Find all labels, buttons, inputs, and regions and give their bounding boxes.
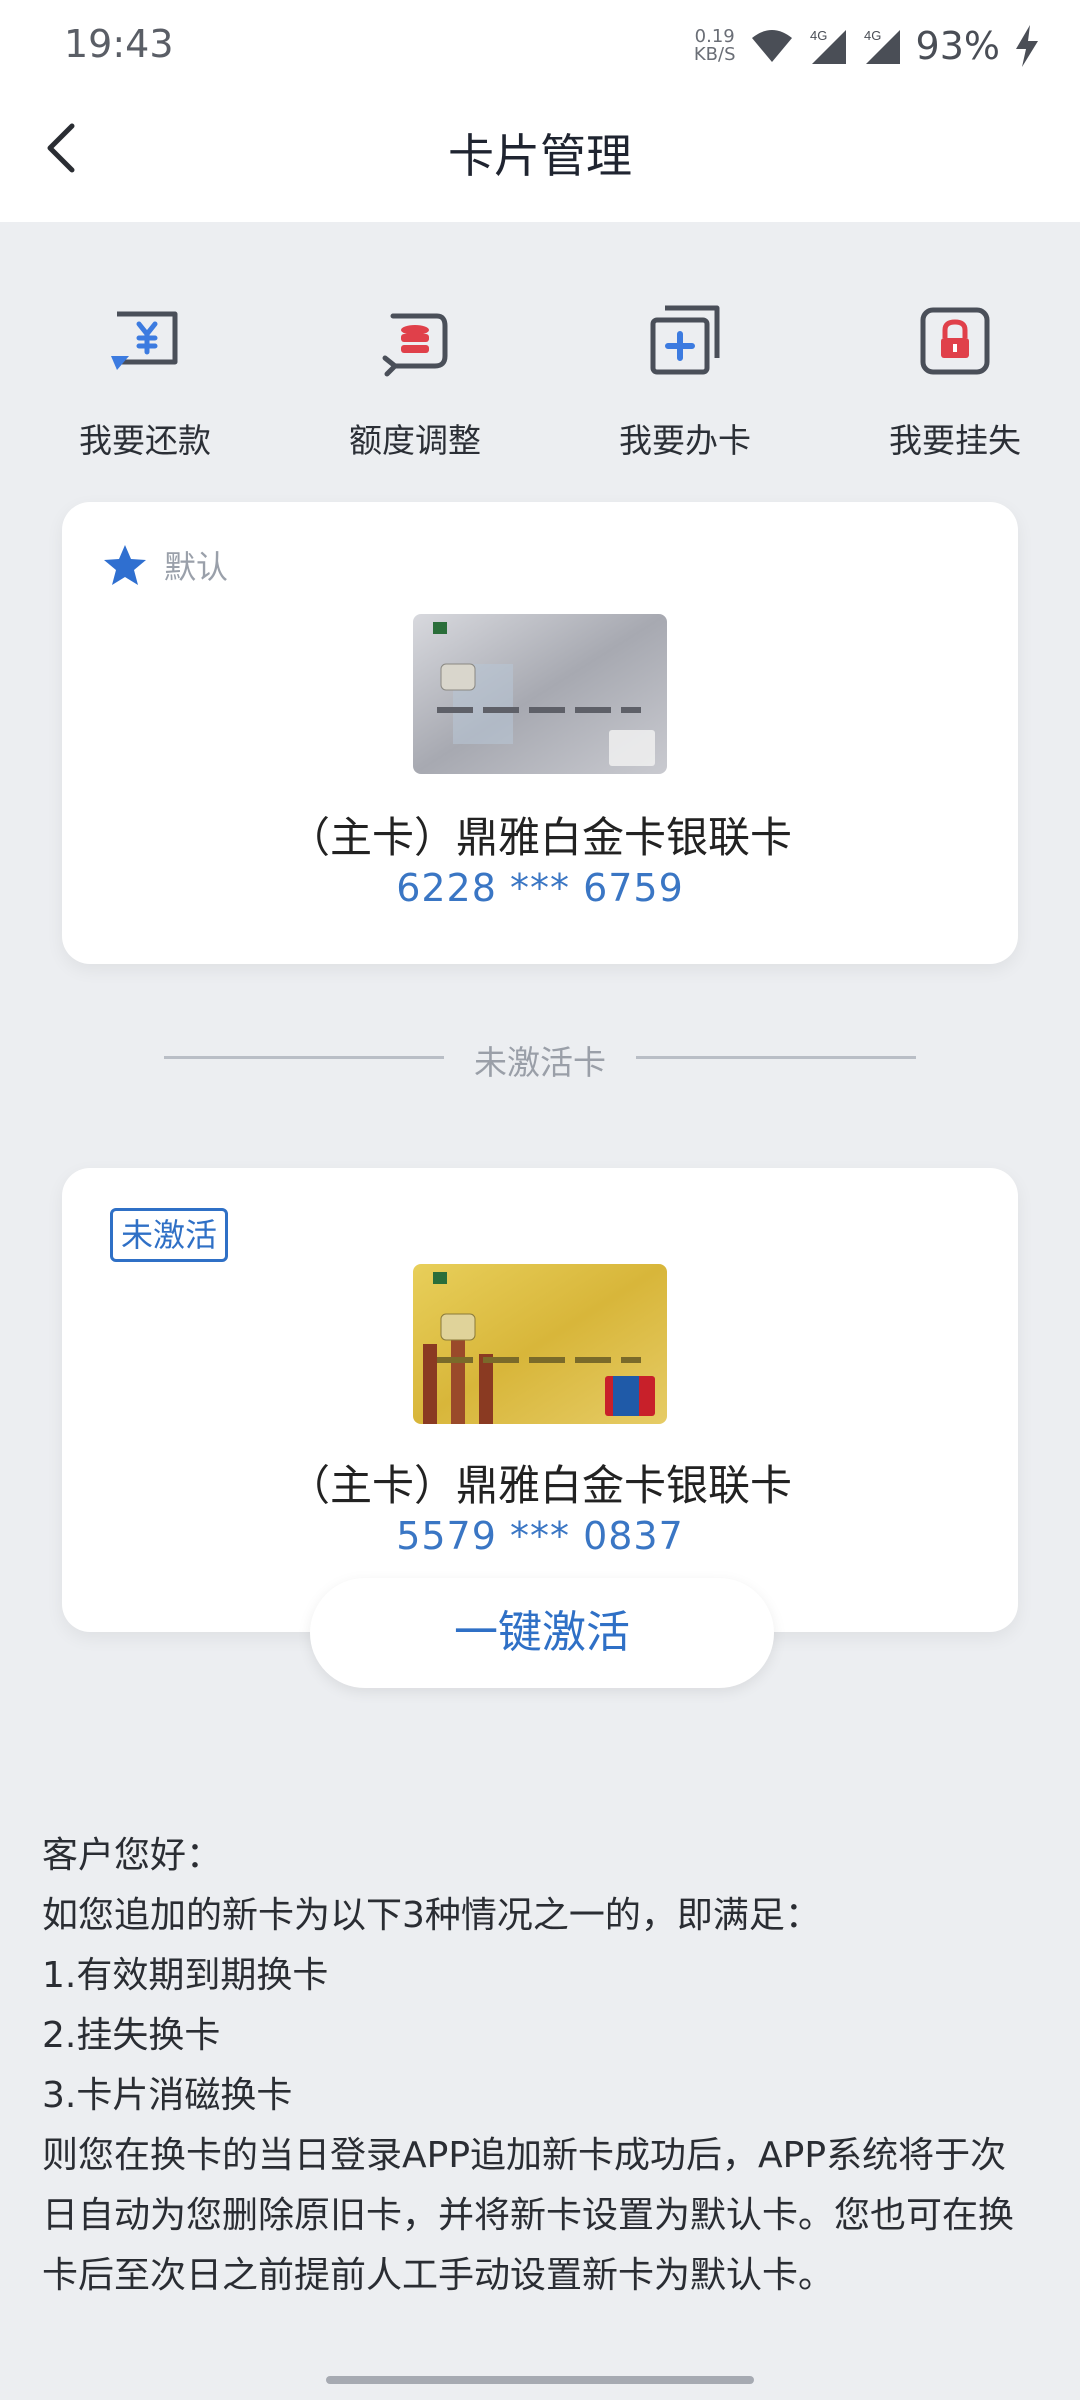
activate-button[interactable]: 一键激活 [310,1578,774,1688]
inactive-card-name: （主卡）鼎雅白金卡银联卡 [287,1461,792,1510]
notice-greeting: 客户您好： [42,1835,223,1876]
action-report-loss[interactable]: 我要挂失 [855,300,1055,462]
top-bar: 19:43 0.19 KB/S 4G 4G 93% 卡片管理 [0,0,1080,222]
status-time: 19:43 [64,22,174,66]
quick-actions: 我要还款 额度调整 我要办卡 我要挂失 [0,300,1080,460]
star-icon [104,545,146,585]
action-repay[interactable]: 我要还款 [45,300,245,462]
notice-item-2: 2.挂失换卡 [42,2015,221,2056]
svg-text:4G: 4G [864,28,881,43]
inactive-divider: 未激活卡 [164,1036,916,1086]
report-loss-icon [920,307,990,375]
default-card[interactable]: 默认 （主卡）鼎雅白金卡银联卡 6228 *** 6759 [62,502,1018,964]
network-speed: 0.19 KB/S [693,26,736,65]
default-tag: 默认 [102,542,228,588]
svg-text:4G: 4G [810,28,827,43]
notice-intro: 如您追加的新卡为以下3种情况之一的，即满足： [42,1895,821,1936]
notice-item-3: 3.卡片消磁换卡 [42,2075,293,2116]
signal-icon-2: 4G [864,28,900,64]
action-apply-card[interactable]: 我要办卡 [585,300,785,462]
notice-body: 则您在换卡的当日登录APP追加新卡成功后，APP系统将于次日自动为您删除原旧卡，… [42,2135,1015,2296]
signal-icon: 4G [810,28,846,64]
limit-adjust-icon [382,313,448,377]
default-tag-label: 默认 [164,548,229,586]
inactive-tag: 未激活 [110,1208,229,1262]
charging-icon [1016,25,1038,67]
inactive-card[interactable]: 未激活 （主卡）鼎雅白金卡银联卡 5579 *** 0837 [62,1168,1018,1632]
action-report-loss-label: 我要挂失 [889,421,1021,460]
repay-icon [111,311,178,370]
default-card-number: 6228 *** 6759 [396,866,684,910]
page-title: 卡片管理 [448,129,632,183]
battery-percent: 93% [915,24,1000,68]
inactive-card-number: 5579 *** 0837 [396,1514,684,1558]
wifi-icon [751,30,792,62]
action-apply-card-label: 我要办卡 [619,421,751,460]
divider-label: 未激活卡 [474,1043,606,1082]
notice-text: 客户您好： 如您追加的新卡为以下3种情况之一的，即满足： 1.有效期到期换卡 2… [42,1826,1042,2306]
action-repay-label: 我要还款 [79,421,211,460]
home-indicator[interactable] [326,2376,754,2384]
platinum-card-image [413,614,667,774]
apply-card-icon [650,305,720,375]
notice-item-1: 1.有效期到期换卡 [42,1955,329,1996]
status-icons: 0.19 KB/S 4G 4G 93% [694,18,1040,74]
action-limit-adjust-label: 额度调整 [349,421,481,460]
action-limit-adjust[interactable]: 额度调整 [315,300,515,462]
gold-card-image [413,1264,667,1424]
default-card-name: （主卡）鼎雅白金卡银联卡 [287,813,792,862]
